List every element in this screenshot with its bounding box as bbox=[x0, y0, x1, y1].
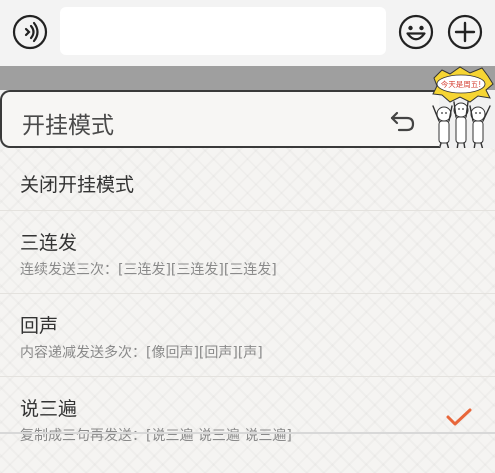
undo-back-button[interactable] bbox=[390, 110, 416, 132]
plus-circle-icon bbox=[447, 14, 483, 50]
mode-option-echo[interactable]: 回声 内容递减发送多次：[像回声][回声][声] bbox=[0, 294, 495, 377]
undo-arrow-icon bbox=[390, 111, 415, 132]
message-input[interactable] bbox=[60, 7, 386, 55]
voice-input-button[interactable] bbox=[12, 14, 48, 50]
more-functions-button[interactable] bbox=[447, 14, 483, 50]
mode-option-description: 连续发送三次：[三连发][三连发][三连发] bbox=[20, 262, 277, 278]
mode-option-description: 内容递减发送多次：[像回声][回声][声] bbox=[20, 345, 263, 361]
chat-input-bar bbox=[0, 0, 495, 66]
app-root: 开挂模式 今天是周五! 关闭开挂模式 三连发 连续发送三次：[三连发][三连发]… bbox=[0, 0, 495, 473]
mode-option-triple-send[interactable]: 三连发 连续发送三次：[三连发][三连发][三连发] bbox=[0, 211, 495, 294]
mode-option-list: 关闭开挂模式 三连发 连续发送三次：[三连发][三连发][三连发] 回声 内容递… bbox=[0, 148, 495, 473]
mode-option-title: 关闭开挂模式 bbox=[20, 174, 135, 196]
sticker-text: 今天是周五! bbox=[441, 79, 482, 89]
voice-input-icon bbox=[12, 14, 48, 50]
selected-check-icon bbox=[446, 408, 472, 426]
mode-panel-title: 开挂模式 bbox=[22, 113, 114, 139]
emoji-button[interactable] bbox=[398, 14, 434, 50]
friday-sticker[interactable]: 今天是周五! bbox=[430, 64, 495, 152]
cheering-cats-sticker-icon: 今天是周五! bbox=[432, 66, 494, 151]
list-bottom-divider bbox=[0, 432, 495, 434]
panel-header-strip bbox=[0, 66, 495, 90]
smiley-face-icon bbox=[398, 14, 434, 50]
mode-option-title: 三连发 bbox=[20, 232, 78, 254]
mode-option-title: 回声 bbox=[20, 315, 59, 337]
mode-option-say-three-times[interactable]: 说三遍 复制成三句再发送：[说三遍 说三遍 说三遍] bbox=[0, 377, 495, 473]
mode-option-title: 说三遍 bbox=[20, 398, 78, 420]
mode-panel-header: 开挂模式 bbox=[0, 90, 439, 148]
mode-option-off[interactable]: 关闭开挂模式 bbox=[0, 148, 495, 211]
mode-option-description: 复制成三句再发送：[说三遍 说三遍 说三遍] bbox=[20, 428, 292, 444]
